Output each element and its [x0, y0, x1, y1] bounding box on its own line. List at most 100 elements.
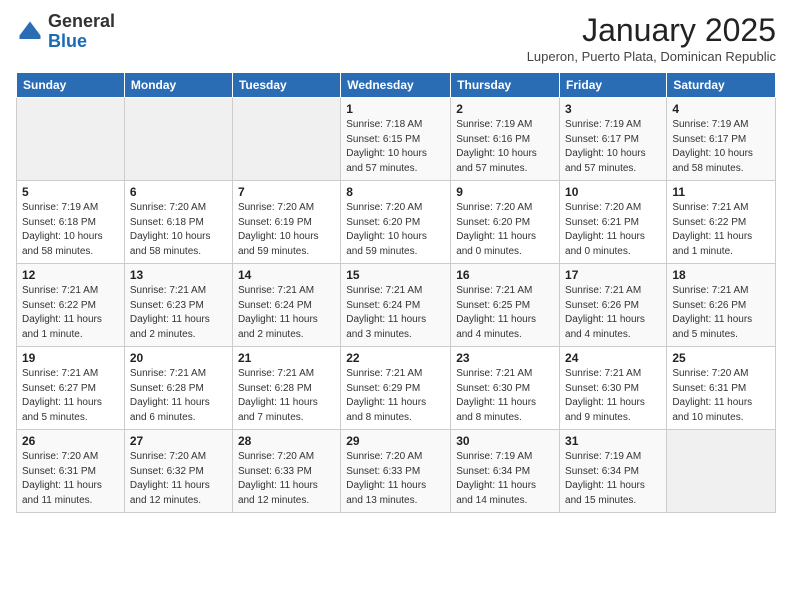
title-block: January 2025 Luperon, Puerto Plata, Domi… — [527, 12, 776, 64]
calendar-cell: 23 Sunrise: 7:21 AM Sunset: 6:30 PM Dayli… — [451, 347, 560, 430]
col-sunday: Sunday — [17, 73, 125, 98]
day-number: 30 — [456, 434, 554, 448]
day-number: 25 — [672, 351, 770, 365]
day-info: Sunrise: 7:21 AM Sunset: 6:28 PM Dayligh… — [130, 367, 227, 425]
day-info: Sunrise: 7:21 AM Sunset: 6:22 PM Dayligh… — [22, 284, 119, 342]
calendar-cell: 14Sunrise: 7:21 AM Sunset: 6:24 PM Dayli… — [232, 264, 340, 347]
calendar-cell: 31 Sunrise: 7:19 AM Sunset: 6:34 PM Dayli… — [560, 430, 667, 513]
calendar-week-row: 26 Sunrise: 7:20 AM Sunset: 6:31 PM Dayli… — [17, 430, 776, 513]
day-number: 5 — [22, 185, 119, 199]
logo-text: General Blue — [48, 12, 115, 52]
calendar-week-row: 19Sunrise: 7:21 AM Sunset: 6:27 PM Dayli… — [17, 347, 776, 430]
day-info: Sunrise: 7:21 AM Sunset: 6:23 PM Dayligh… — [130, 284, 227, 342]
day-info: Sunrise: 7:19 AM Sunset: 6:34 PM Dayligh… — [456, 450, 554, 508]
calendar-week-row: 5 Sunrise: 7:19 AM Sunset: 6:18 PM Daylig… — [17, 181, 776, 264]
day-number: 26 — [22, 434, 119, 448]
calendar-cell: 8 Sunrise: 7:20 AM Sunset: 6:20 PM Daylig… — [341, 181, 451, 264]
day-info: Sunrise: 7:20 AM Sunset: 6:33 PM Dayligh… — [346, 450, 445, 508]
day-info: Sunrise: 7:20 AM Sunset: 6:19 PM Dayligh… — [238, 201, 335, 259]
calendar-cell: 15 Sunrise: 7:21 AM Sunset: 6:24 PM Dayli… — [341, 264, 451, 347]
day-number: 23 — [456, 351, 554, 365]
day-info: Sunrise: 7:20 AM Sunset: 6:18 PM Dayligh… — [130, 201, 227, 259]
calendar-cell: 11 Sunrise: 7:21 AM Sunset: 6:22 PM Dayli… — [667, 181, 776, 264]
calendar-week-row: 12 Sunrise: 7:21 AM Sunset: 6:22 PM Dayli… — [17, 264, 776, 347]
day-number: 3 — [565, 102, 661, 116]
day-info: Sunrise: 7:21 AM Sunset: 6:30 PM Dayligh… — [456, 367, 554, 425]
calendar-cell — [232, 98, 340, 181]
day-info: Sunrise: 7:21 AM Sunset: 6:30 PM Dayligh… — [565, 367, 661, 425]
day-number: 21 — [238, 351, 335, 365]
day-number: 4 — [672, 102, 770, 116]
day-number: 6 — [130, 185, 227, 199]
day-number: 8 — [346, 185, 445, 199]
day-number: 24 — [565, 351, 661, 365]
calendar-cell: 29 Sunrise: 7:20 AM Sunset: 6:33 PM Dayli… — [341, 430, 451, 513]
day-info: Sunrise: 7:20 AM Sunset: 6:31 PM Dayligh… — [672, 367, 770, 425]
logo-general: General — [48, 11, 115, 31]
day-number: 31 — [565, 434, 661, 448]
day-info: Sunrise: 7:19 AM Sunset: 6:17 PM Dayligh… — [565, 118, 661, 176]
calendar-cell: 24 Sunrise: 7:21 AM Sunset: 6:30 PM Dayli… — [560, 347, 667, 430]
calendar-cell — [17, 98, 125, 181]
day-number: 17 — [565, 268, 661, 282]
day-number: 29 — [346, 434, 445, 448]
day-info: Sunrise: 7:20 AM Sunset: 6:20 PM Dayligh… — [346, 201, 445, 259]
day-info: Sunrise: 7:21 AM Sunset: 6:28 PM Dayligh… — [238, 367, 335, 425]
day-number: 10 — [565, 185, 661, 199]
calendar-cell: 2Sunrise: 7:19 AM Sunset: 6:16 PM Daylig… — [451, 98, 560, 181]
col-wednesday: Wednesday — [341, 73, 451, 98]
calendar-cell: 10Sunrise: 7:20 AM Sunset: 6:21 PM Dayli… — [560, 181, 667, 264]
col-monday: Monday — [124, 73, 232, 98]
logo: General Blue — [16, 12, 115, 52]
logo-icon — [16, 18, 44, 46]
calendar-header-row: Sunday Monday Tuesday Wednesday Thursday… — [17, 73, 776, 98]
day-number: 11 — [672, 185, 770, 199]
day-info: Sunrise: 7:21 AM Sunset: 6:26 PM Dayligh… — [565, 284, 661, 342]
calendar-cell: 3 Sunrise: 7:19 AM Sunset: 6:17 PM Daylig… — [560, 98, 667, 181]
calendar-cell: 5 Sunrise: 7:19 AM Sunset: 6:18 PM Daylig… — [17, 181, 125, 264]
day-number: 16 — [456, 268, 554, 282]
day-number: 28 — [238, 434, 335, 448]
page: General Blue January 2025 Luperon, Puert… — [0, 0, 792, 612]
day-info: Sunrise: 7:21 AM Sunset: 6:24 PM Dayligh… — [346, 284, 445, 342]
calendar-cell: 18Sunrise: 7:21 AM Sunset: 6:26 PM Dayli… — [667, 264, 776, 347]
day-info: Sunrise: 7:20 AM Sunset: 6:33 PM Dayligh… — [238, 450, 335, 508]
calendar-cell: 19Sunrise: 7:21 AM Sunset: 6:27 PM Dayli… — [17, 347, 125, 430]
day-number: 15 — [346, 268, 445, 282]
day-number: 9 — [456, 185, 554, 199]
calendar-body: 1 Sunrise: 7:18 AM Sunset: 6:15 PM Daylig… — [17, 98, 776, 513]
calendar-cell: 6 Sunrise: 7:20 AM Sunset: 6:18 PM Daylig… — [124, 181, 232, 264]
month-title: January 2025 — [527, 12, 776, 49]
day-number: 20 — [130, 351, 227, 365]
calendar: Sunday Monday Tuesday Wednesday Thursday… — [16, 72, 776, 513]
day-info: Sunrise: 7:20 AM Sunset: 6:20 PM Dayligh… — [456, 201, 554, 259]
day-info: Sunrise: 7:19 AM Sunset: 6:18 PM Dayligh… — [22, 201, 119, 259]
calendar-cell: 26 Sunrise: 7:20 AM Sunset: 6:31 PM Dayli… — [17, 430, 125, 513]
day-info: Sunrise: 7:21 AM Sunset: 6:25 PM Dayligh… — [456, 284, 554, 342]
calendar-cell: 12 Sunrise: 7:21 AM Sunset: 6:22 PM Dayli… — [17, 264, 125, 347]
calendar-cell: 21 Sunrise: 7:21 AM Sunset: 6:28 PM Dayli… — [232, 347, 340, 430]
day-info: Sunrise: 7:19 AM Sunset: 6:16 PM Dayligh… — [456, 118, 554, 176]
day-number: 14 — [238, 268, 335, 282]
calendar-week-row: 1 Sunrise: 7:18 AM Sunset: 6:15 PM Daylig… — [17, 98, 776, 181]
day-info: Sunrise: 7:21 AM Sunset: 6:26 PM Dayligh… — [672, 284, 770, 342]
day-number: 7 — [238, 185, 335, 199]
calendar-cell: 13Sunrise: 7:21 AM Sunset: 6:23 PM Dayli… — [124, 264, 232, 347]
calendar-cell: 25 Sunrise: 7:20 AM Sunset: 6:31 PM Dayli… — [667, 347, 776, 430]
col-thursday: Thursday — [451, 73, 560, 98]
day-info: Sunrise: 7:21 AM Sunset: 6:22 PM Dayligh… — [672, 201, 770, 259]
day-info: Sunrise: 7:19 AM Sunset: 6:17 PM Dayligh… — [672, 118, 770, 176]
day-info: Sunrise: 7:20 AM Sunset: 6:31 PM Dayligh… — [22, 450, 119, 508]
day-number: 12 — [22, 268, 119, 282]
calendar-cell: 27Sunrise: 7:20 AM Sunset: 6:32 PM Dayli… — [124, 430, 232, 513]
day-info: Sunrise: 7:18 AM Sunset: 6:15 PM Dayligh… — [346, 118, 445, 176]
calendar-cell: 16 Sunrise: 7:21 AM Sunset: 6:25 PM Dayli… — [451, 264, 560, 347]
day-info: Sunrise: 7:19 AM Sunset: 6:34 PM Dayligh… — [565, 450, 661, 508]
calendar-cell: 22Sunrise: 7:21 AM Sunset: 6:29 PM Dayli… — [341, 347, 451, 430]
col-saturday: Saturday — [667, 73, 776, 98]
day-number: 1 — [346, 102, 445, 116]
calendar-cell: 28 Sunrise: 7:20 AM Sunset: 6:33 PM Dayli… — [232, 430, 340, 513]
calendar-cell: 9 Sunrise: 7:20 AM Sunset: 6:20 PM Daylig… — [451, 181, 560, 264]
day-number: 22 — [346, 351, 445, 365]
day-number: 19 — [22, 351, 119, 365]
